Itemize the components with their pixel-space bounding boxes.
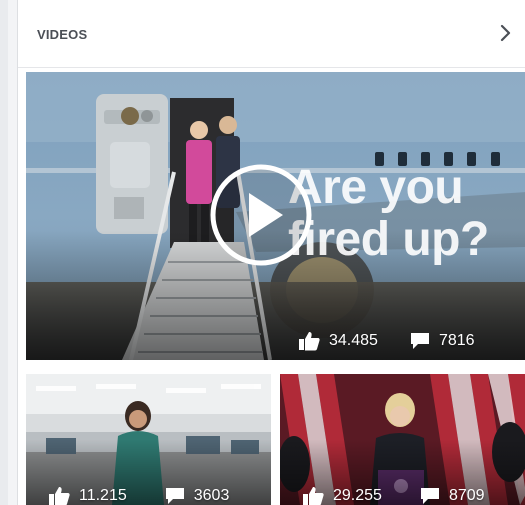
video-overlay-title: Are you fired up? bbox=[288, 162, 489, 266]
comment-count-value: 7816 bbox=[438, 332, 475, 349]
play-icon[interactable] bbox=[209, 163, 313, 267]
like-count: 11.215 bbox=[48, 485, 127, 505]
chevron-right-icon[interactable] bbox=[496, 21, 516, 45]
speech-bubble-icon bbox=[410, 333, 429, 349]
like-count-value: 34.485 bbox=[329, 332, 378, 349]
videos-card: VIDEOS Are you fired up? 34.485 7816 11.… bbox=[17, 0, 525, 505]
comment-count: 8709 bbox=[420, 485, 485, 505]
featured-video[interactable]: Are you fired up? 34.485 7816 bbox=[26, 72, 525, 360]
videos-header: VIDEOS bbox=[18, 0, 525, 68]
comment-count: 7816 bbox=[410, 330, 475, 352]
section-title: VIDEOS bbox=[37, 27, 88, 42]
comment-count: 3603 bbox=[165, 485, 230, 505]
overlay-line-2: fired up? bbox=[288, 213, 489, 266]
video-thumbnail-2[interactable]: 11.215 3603 bbox=[26, 374, 271, 505]
video-thumbnail-3[interactable]: 29.255 8709 bbox=[280, 374, 525, 505]
page-left-margin bbox=[0, 0, 8, 505]
video-3-stats: 29.255 8709 bbox=[302, 485, 485, 505]
thumbs-up-icon bbox=[49, 487, 70, 505]
like-count: 34.485 bbox=[298, 330, 378, 352]
like-count-value: 29.255 bbox=[333, 487, 382, 504]
thumbs-up-icon bbox=[299, 332, 320, 351]
overlay-line-1: Are you bbox=[288, 161, 464, 214]
like-count: 29.255 bbox=[302, 485, 382, 505]
speech-bubble-icon bbox=[165, 488, 184, 504]
comment-count-value: 8709 bbox=[448, 487, 485, 504]
comment-count-value: 3603 bbox=[193, 487, 230, 504]
like-count-value: 11.215 bbox=[79, 487, 127, 504]
featured-video-stats: 34.485 7816 bbox=[298, 330, 475, 352]
speech-bubble-icon bbox=[420, 488, 439, 504]
thumbs-up-icon bbox=[303, 487, 324, 505]
video-2-stats: 11.215 3603 bbox=[48, 485, 229, 505]
